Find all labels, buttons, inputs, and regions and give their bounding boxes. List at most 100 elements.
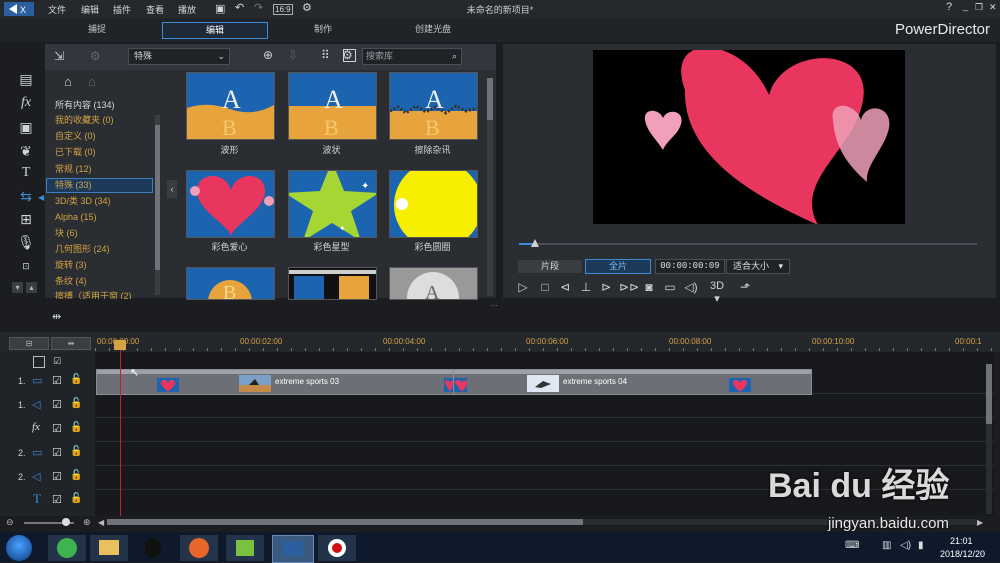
transition-thumb-color-circle[interactable] [389,170,478,238]
track-enable-checkbox[interactable]: ☑ [52,398,62,411]
tab-produce[interactable]: 制作 [271,22,375,37]
zoom-out-icon[interactable]: ⊖ [6,517,14,528]
preview-scrubber[interactable] [519,243,977,245]
transition-thumb[interactable] [288,267,377,300]
particle-room-icon[interactable]: ❦ [15,142,37,160]
playhead-handle[interactable] [114,340,126,350]
category-item[interactable]: 擦搏（适用于窗 (2) [55,289,150,299]
import-icon[interactable]: ⇲ [54,49,64,63]
save-icon[interactable]: ▣ [215,2,225,15]
clock-date[interactable]: 2018/12/20 [940,549,985,559]
transition-thumb-wave[interactable]: AB [186,72,275,140]
chapter-room-icon[interactable]: ⊡ [15,257,37,275]
timecode-display[interactable]: 00:00:00:09 [655,259,725,274]
close-icon[interactable]: ✕ [989,2,997,13]
taskbar-app-firefox[interactable] [180,535,218,561]
lock-icon[interactable]: 🔓 [70,422,82,433]
add-to-timeline-icon[interactable]: ⊕ [263,48,273,62]
transition-room-icon[interactable]: ⇆ [15,187,37,205]
menu-edit[interactable]: 编辑 [81,3,99,16]
3d-toggle-button[interactable]: 3D ▾ [706,280,728,305]
timeline-vertical-scrollbar[interactable] [986,364,992,514]
transition-marker[interactable] [454,378,467,392]
network-icon[interactable]: ▮ [918,540,924,551]
full-mode-button[interactable]: 全片 [585,259,651,274]
track-manager-icon[interactable]: ⊟ [9,337,49,350]
lock-icon[interactable]: 🔓 [70,493,82,504]
transition-thumb-noise-wipe[interactable]: AB [389,72,478,140]
tab-edit[interactable]: 编辑 [162,22,268,39]
scroll-left-icon[interactable]: ◀ [98,518,104,527]
transition-thumb[interactable]: A [389,267,478,300]
scroll-right-icon[interactable]: ▶ [977,518,983,527]
clock-time[interactable]: 21:01 [950,536,973,546]
lock-icon[interactable]: 🔓 [70,398,82,409]
category-item[interactable]: 几何图形 (24) [55,242,110,256]
play-icon[interactable]: ▷ [515,280,531,294]
scrubber-handle[interactable] [531,239,539,247]
transition-thumb[interactable]: B [186,267,275,300]
menu-plugins[interactable]: 插件 [113,3,131,16]
lock-icon[interactable]: 🔓 [70,374,82,385]
library-scrollbar[interactable] [487,78,493,296]
media-room-icon[interactable]: ▤ [15,70,37,88]
search-input[interactable]: 搜索库 ⌕ [362,48,462,65]
category-item[interactable]: 3D/类 3D (34) [55,194,111,208]
category-item[interactable]: 块 (6) [55,226,78,240]
undo-icon[interactable]: ↶ [235,1,244,14]
start-button[interactable] [6,535,32,561]
fx-room-icon[interactable]: fx [15,94,37,112]
collapse-panel-icon[interactable]: ‹ [167,180,177,198]
prev-frame-icon[interactable]: ⊲ [557,280,573,294]
category-item[interactable]: 常规 (12) [55,162,92,176]
lock-icon[interactable]: 🔓 [70,446,82,457]
taskbar-app-media[interactable] [226,535,264,561]
fast-forward-icon[interactable]: ⊳⊳ [619,280,639,294]
fit-size-dropdown[interactable]: 适合大小 ▾ [726,259,790,274]
clip-mode-button[interactable]: 片段 [518,260,582,273]
category-item[interactable]: 已下载 (0) [55,145,96,159]
track-enable-checkbox[interactable]: ☑ [52,470,62,483]
pip-room-icon[interactable]: ▣ [15,118,37,136]
remove-tag-icon[interactable]: ⌂ [88,74,96,89]
track-enable-checkbox[interactable]: ☑ [52,422,62,435]
voice-over-icon[interactable]: 🎙 [15,233,37,251]
track-enable-checkbox[interactable]: ☑ [52,374,62,387]
category-item[interactable]: 自定义 (0) [55,129,96,143]
fit-timeline-icon[interactable]: ⇹ [51,337,91,350]
title-room-icon[interactable]: T [15,164,37,182]
aspect-ratio-icon[interactable]: 16:9 [273,4,293,15]
settings-icon[interactable]: ⚙ [302,1,312,14]
scroll-up-icon[interactable]: ▴ [26,282,37,293]
tab-create-disc[interactable]: 创建光盘 [381,22,485,37]
taskbar-app-qq[interactable] [134,535,172,561]
video-clip[interactable]: extreme sports 03 [96,369,454,395]
help-icon[interactable]: ? [946,1,952,13]
playhead-line[interactable] [120,350,121,516]
menu-play[interactable]: 播放 [178,3,196,16]
category-item[interactable]: 特殊 (33) [55,178,92,192]
track-enable-checkbox[interactable]: ☑ [52,446,62,459]
taskbar-app-explorer[interactable] [90,535,128,561]
track-enable-checkbox[interactable]: ☑ [52,493,62,506]
tag-icon[interactable]: ⌂ [64,74,72,89]
category-item[interactable]: 条纹 (4) [55,274,87,288]
tab-capture[interactable]: 捕捉 [45,22,149,37]
category-item[interactable]: Alpha (15) [55,210,97,224]
select-all-checkbox[interactable] [33,356,45,368]
transition-thumb-color-star[interactable]: ✦ ✦ [288,170,377,238]
scroll-down-icon[interactable]: ▾ [12,282,23,293]
resize-handle-icon[interactable]: ⋯ [490,301,498,310]
category-item[interactable]: 旋转 (3) [55,258,87,272]
grid-view-icon[interactable]: ⠿ [321,48,330,62]
undock-icon[interactable]: ⬏ [737,280,753,294]
lock-icon[interactable]: 🔓 [70,470,82,481]
category-dropdown[interactable]: 特殊 ⌄ [128,48,230,65]
snapshot-icon[interactable]: ⊥ [578,280,594,294]
restore-icon[interactable]: ❐ [975,2,983,13]
next-frame-icon[interactable]: ⊳ [598,280,614,294]
split-icon[interactable]: ⇹ [52,310,61,323]
menu-view[interactable]: 查看 [146,3,164,16]
subtitle-icon[interactable]: ▭ [662,280,678,294]
tray-icon[interactable]: ▥ [882,540,891,551]
